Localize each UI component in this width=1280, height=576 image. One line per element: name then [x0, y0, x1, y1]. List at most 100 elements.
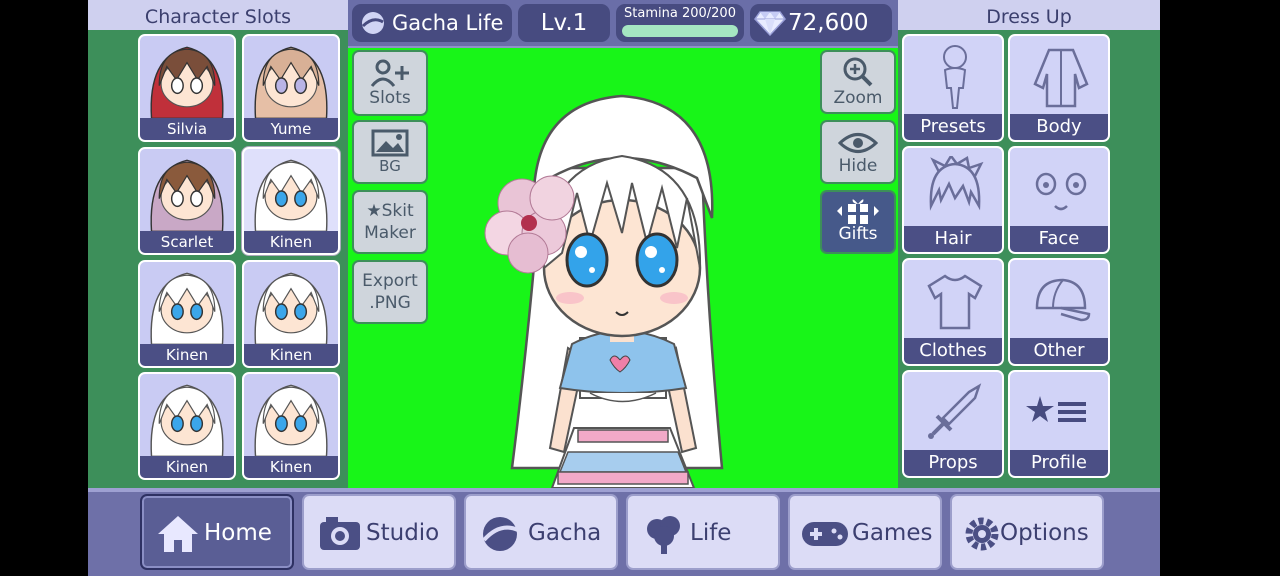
level-badge: Lv.1: [518, 4, 610, 42]
dress-presets-label: Presets: [904, 114, 1002, 140]
dress-hair-button[interactable]: Hair: [902, 146, 1004, 254]
gifts-button[interactable]: Gifts: [820, 190, 896, 254]
dress-hair-label: Hair: [904, 226, 1002, 252]
game-title: Gacha Life: [392, 11, 504, 35]
camera-icon: [320, 517, 360, 550]
stamina-bar-fill: [622, 25, 738, 37]
stamina-label: Stamina 200/200: [624, 6, 736, 21]
export-label-line1: Export: [362, 271, 418, 291]
slots-tool-label: Slots: [369, 88, 411, 108]
dress-face-label: Face: [1010, 226, 1108, 252]
gift-icon: [837, 199, 879, 224]
hair-icon: [929, 156, 984, 211]
character-slot[interactable]: Kinen: [242, 147, 340, 255]
character-slot[interactable]: Silvia: [138, 34, 236, 142]
dress-face-button[interactable]: Face: [1008, 146, 1110, 254]
profile-list-icon: [1026, 396, 1086, 422]
hide-button[interactable]: Hide: [820, 120, 896, 184]
nav-options-label: Options: [1000, 520, 1089, 546]
character-portrait: [150, 159, 224, 233]
character-portrait: [254, 272, 328, 346]
character-portrait: [150, 272, 224, 346]
dress-clothes-button[interactable]: Clothes: [902, 258, 1004, 366]
character-slot[interactable]: Kinen: [242, 372, 340, 480]
skit-maker-label-line1: ★Skit: [366, 201, 414, 221]
hide-label: Hide: [838, 156, 878, 176]
dress-up-title: Dress Up: [898, 0, 1160, 30]
gamepad-icon: [802, 522, 848, 546]
bottom-navigation: Home Studio Gacha Life Games Options: [88, 488, 1160, 576]
dress-body-label: Body: [1010, 114, 1108, 140]
dress-clothes-label: Clothes: [904, 338, 1002, 364]
nav-life-button[interactable]: Life: [626, 494, 780, 570]
character-portrait: [254, 46, 328, 120]
dress-props-button[interactable]: Props: [902, 370, 1004, 478]
preset-figure-icon: [943, 45, 967, 109]
dress-up-panel: Dress Up Presets Body Hair Face Clothes …: [898, 0, 1160, 488]
nav-studio-button[interactable]: Studio: [302, 494, 456, 570]
background-tool-button[interactable]: BG: [352, 120, 428, 184]
nav-gacha-button[interactable]: Gacha: [464, 494, 618, 570]
gem-count: 72,600: [788, 10, 869, 36]
character-slot-name: Kinen: [244, 231, 338, 253]
level-text: Lv.1: [540, 10, 588, 36]
character-slot-name: Scarlet: [140, 231, 234, 253]
dress-other-button[interactable]: Other: [1008, 258, 1110, 366]
zoom-icon: [843, 57, 873, 87]
character-slot-name: Kinen: [244, 456, 338, 478]
image-icon: [371, 129, 409, 157]
gacha-logo-icon: [361, 12, 384, 34]
background-tool-label: BG: [379, 157, 401, 175]
nav-gacha-label: Gacha: [528, 520, 602, 546]
tshirt-icon: [927, 274, 983, 330]
nav-games-label: Games: [852, 520, 933, 546]
character-slot-name: Kinen: [140, 456, 234, 478]
zoom-label: Zoom: [833, 88, 883, 108]
face-icon: [1035, 172, 1087, 211]
diamond-icon: [754, 11, 786, 36]
character-slot-name: Kinen: [140, 344, 234, 366]
nav-home-button[interactable]: Home: [140, 494, 294, 570]
character-slot[interactable]: Scarlet: [138, 147, 236, 255]
nav-studio-label: Studio: [366, 520, 440, 546]
export-label-line2: .PNG: [369, 293, 411, 313]
character-slot[interactable]: Kinen: [242, 260, 340, 368]
stamina-display: Stamina 200/200: [616, 4, 744, 42]
character-slots-title: Character Slots: [88, 0, 348, 30]
gacha-life-app: Character Slots Silvia Yume Scarlet Kinen Ki…: [88, 0, 1160, 576]
nav-life-label: Life: [690, 520, 732, 546]
skit-maker-button[interactable]: ★Skit Maker: [352, 190, 428, 254]
character-portrait: [254, 159, 328, 233]
zoom-button[interactable]: Zoom: [820, 50, 896, 114]
gacha-ball-icon: [482, 517, 519, 551]
nav-games-button[interactable]: Games: [788, 494, 942, 570]
jacket-icon: [1033, 48, 1089, 108]
export-png-button[interactable]: Export .PNG: [352, 260, 428, 324]
character-portrait: [150, 46, 224, 120]
skit-maker-label-line2: Maker: [364, 223, 416, 243]
dress-profile-button[interactable]: Profile: [1008, 370, 1110, 478]
game-title-badge: Gacha Life: [352, 4, 512, 42]
character-slot[interactable]: Kinen: [138, 372, 236, 480]
character-stage[interactable]: Slots BG ★Skit Maker Export .PNG Zoom Hi…: [348, 48, 898, 488]
character-slots-panel: Character Slots Silvia Yume Scarlet Kinen Ki…: [88, 0, 348, 488]
character-slot-name: Yume: [244, 118, 338, 140]
gem-counter: 72,600: [750, 4, 892, 42]
character-slot-name: Silvia: [140, 118, 234, 140]
top-status-bar: Gacha Life Lv.1 Stamina 200/200 72,600: [348, 0, 898, 48]
nav-options-button[interactable]: Options: [950, 494, 1104, 570]
character-slot[interactable]: Kinen: [138, 260, 236, 368]
character-slot[interactable]: Yume: [242, 34, 340, 142]
tree-icon: [647, 516, 680, 554]
nav-home-label: Home: [204, 520, 272, 546]
dress-body-button[interactable]: Body: [1008, 34, 1110, 142]
dress-presets-button[interactable]: Presets: [902, 34, 1004, 142]
dress-props-label: Props: [904, 450, 1002, 476]
slots-tool-button[interactable]: Slots: [352, 50, 428, 116]
gifts-label: Gifts: [838, 224, 878, 244]
dress-profile-label: Profile: [1010, 450, 1108, 476]
character-kinen-illustration[interactable]: [472, 48, 772, 488]
character-portrait: [150, 384, 224, 458]
dress-other-label: Other: [1010, 338, 1108, 364]
eye-icon: [838, 133, 878, 153]
